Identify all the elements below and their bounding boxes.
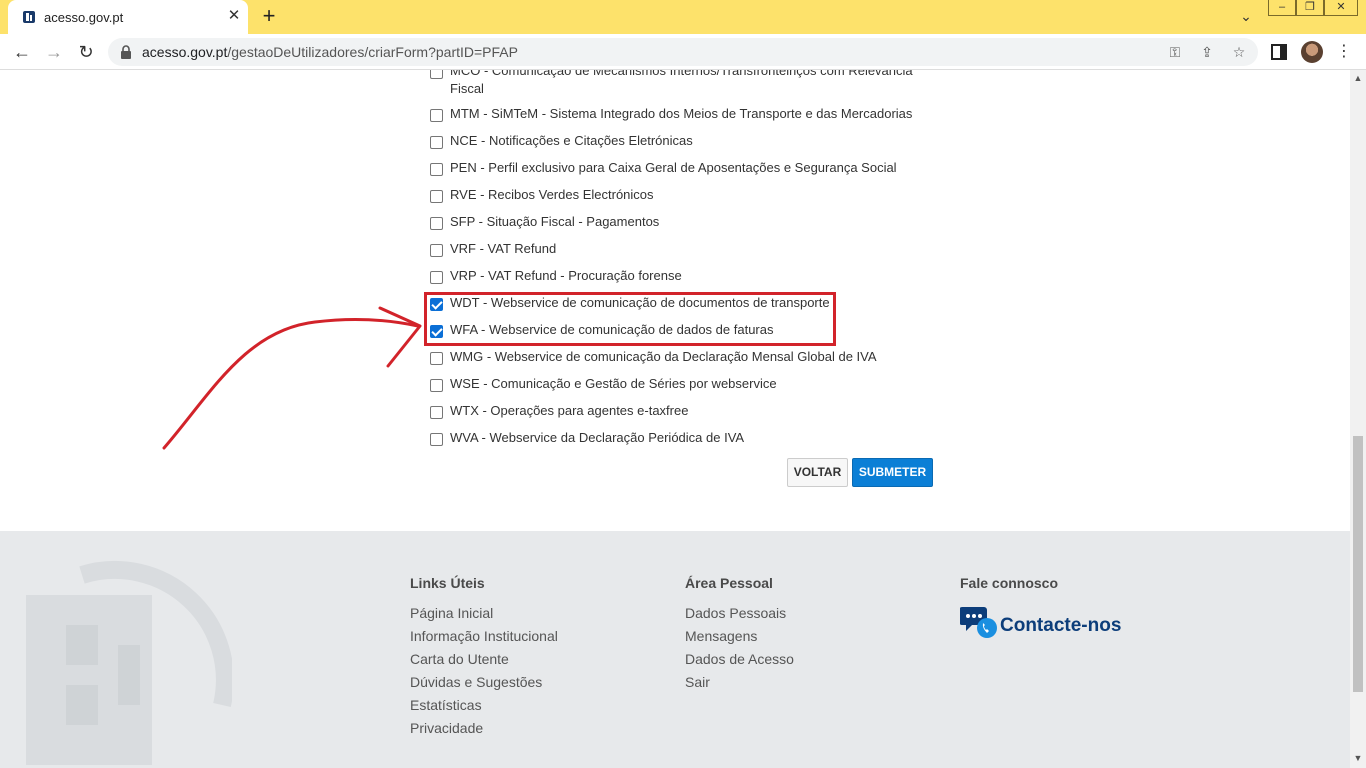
checkbox[interactable]: [430, 190, 443, 203]
voltar-button[interactable]: VOLTAR: [787, 458, 848, 487]
portal-favicon-icon: [23, 11, 35, 23]
footer-area-title: Área Pessoal: [685, 575, 773, 591]
submeter-button[interactable]: SUBMETER: [852, 458, 933, 487]
checkbox-label: NCE - Notificações e Citações Eletrónica…: [450, 133, 693, 148]
footer-links-column: Links Úteis Página Inicial Informação In…: [410, 575, 558, 742]
footer-links-title: Links Úteis: [410, 575, 485, 591]
key-icon[interactable]: ⚿: [1166, 43, 1184, 61]
list-item[interactable]: WTX - Operações para agentes e-taxfree: [430, 402, 688, 420]
avatar[interactable]: [1301, 41, 1323, 63]
window-close-button[interactable]: ✕: [1324, 0, 1358, 16]
footer-link[interactable]: Informação Institucional: [410, 627, 558, 650]
list-item[interactable]: MCO - Comunicação de Mecanismos Internos…: [430, 70, 913, 98]
checkbox[interactable]: [430, 136, 443, 149]
contact-link[interactable]: Contacte-nos: [960, 605, 1121, 639]
scrollbar-thumb[interactable]: [1353, 436, 1363, 692]
list-item[interactable]: WVA - Webservice da Declaração Periódica…: [430, 429, 744, 447]
scroll-down-icon[interactable]: ▼: [1353, 754, 1363, 763]
checkbox-label: SFP - Situação Fiscal - Pagamentos: [450, 214, 660, 229]
list-item[interactable]: WSE - Comunicação e Gestão de Séries por…: [430, 375, 777, 393]
plus-icon[interactable]: +: [258, 5, 280, 28]
footer-link[interactable]: Página Inicial: [410, 604, 558, 627]
browser-tab[interactable]: acesso.gov.pt ✕: [8, 0, 248, 34]
minimize-button[interactable]: –: [1268, 0, 1296, 16]
reload-icon[interactable]: ↻: [74, 40, 98, 64]
checkbox-label: WSE - Comunicação e Gestão de Séries por…: [450, 376, 777, 391]
close-icon[interactable]: ✕: [226, 8, 242, 24]
star-icon[interactable]: ☆: [1230, 43, 1248, 61]
footer-link[interactable]: Privacidade: [410, 719, 558, 742]
arrow-left-icon[interactable]: ←: [10, 40, 34, 64]
lock-icon[interactable]: [120, 45, 132, 59]
list-item[interactable]: MTM - SiMTeM - Sistema Integrado dos Mei…: [430, 105, 912, 123]
checkbox[interactable]: [430, 352, 443, 365]
checkbox[interactable]: [430, 406, 443, 419]
footer-fale-title: Fale connosco: [960, 575, 1059, 591]
side-panel-icon[interactable]: [1270, 43, 1288, 61]
share-icon[interactable]: ⇪: [1198, 43, 1216, 61]
checkbox-label: WVA - Webservice da Declaração Periódica…: [450, 430, 745, 445]
checkbox[interactable]: [430, 70, 443, 79]
list-item[interactable]: WMG - Webservice de comunicação da Decla…: [430, 348, 877, 366]
footer-link[interactable]: Dados Pessoais: [685, 604, 794, 627]
footer-link[interactable]: Dados de Acesso: [685, 650, 794, 673]
annotation-highlight-box: [424, 292, 836, 346]
checkbox-label: MCO - Comunicação de Mecanismos Internos…: [450, 70, 913, 96]
list-item[interactable]: VRF - VAT Refund: [430, 240, 556, 258]
page-footer: Links Úteis Página Inicial Informação In…: [0, 531, 1350, 768]
checkbox-label: VRP - VAT Refund - Procuração forense: [450, 268, 682, 283]
checkbox-label: PEN - Perfil exclusivo para Caixa Geral …: [450, 160, 897, 175]
footer-link[interactable]: Estatísticas: [410, 696, 558, 719]
page-scrollbar[interactable]: ▲ ▼: [1350, 70, 1366, 768]
footer-contact-column: Fale connosco Contacte-nos: [960, 575, 1121, 638]
checkbox[interactable]: [430, 109, 443, 122]
footer-link[interactable]: Mensagens: [685, 627, 794, 650]
scroll-up-icon[interactable]: ▲: [1353, 74, 1363, 83]
kebab-menu-icon[interactable]: ⋮: [1334, 42, 1354, 62]
checkbox[interactable]: [430, 244, 443, 257]
url-text: acesso.gov.pt/gestaoDeUtilizadores/criar…: [142, 44, 518, 60]
annotation-arrow-icon: [162, 306, 422, 450]
contact-label: Contacte-nos: [1000, 615, 1122, 636]
portal-emblem-icon: [26, 560, 232, 765]
checkbox[interactable]: [430, 433, 443, 446]
checkbox-label: VRF - VAT Refund: [450, 241, 557, 256]
checkbox[interactable]: [430, 217, 443, 230]
restore-button[interactable]: ❐: [1296, 0, 1324, 16]
chat-phone-icon: [960, 607, 997, 638]
list-item[interactable]: RVE - Recibos Verdes Electrónicos: [430, 186, 654, 204]
list-item[interactable]: SFP - Situação Fiscal - Pagamentos: [430, 213, 659, 231]
checkbox-label: MTM - SiMTeM - Sistema Integrado dos Mei…: [450, 106, 913, 121]
browser-toolbar: ← → ↻ acesso.gov.pt/gestaoDeUtilizadores…: [0, 34, 1366, 70]
list-item[interactable]: PEN - Perfil exclusivo para Caixa Geral …: [430, 159, 897, 177]
checkbox-label: WMG - Webservice de comunicação da Decla…: [450, 349, 877, 364]
tab-title: acesso.gov.pt: [44, 10, 124, 25]
footer-area-pessoal-column: Área Pessoal Dados Pessoais Mensagens Da…: [685, 575, 794, 696]
checkbox-label: RVE - Recibos Verdes Electrónicos: [450, 187, 654, 202]
footer-link[interactable]: Sair: [685, 673, 794, 696]
checkbox[interactable]: [430, 163, 443, 176]
checkbox[interactable]: [430, 379, 443, 392]
footer-link[interactable]: Carta do Utente: [410, 650, 558, 673]
checkbox[interactable]: [430, 271, 443, 284]
browser-tab-bar: acesso.gov.pt ✕ + ⌄ – ❐ ✕: [0, 0, 1366, 34]
list-item[interactable]: VRP - VAT Refund - Procuração forense: [430, 267, 682, 285]
list-item[interactable]: NCE - Notificações e Citações Eletrónica…: [430, 132, 693, 150]
chevron-down-icon[interactable]: ⌄: [1236, 8, 1256, 26]
arrow-right-icon[interactable]: →: [42, 40, 66, 64]
address-bar[interactable]: acesso.gov.pt/gestaoDeUtilizadores/criar…: [108, 38, 1258, 66]
checkbox-label: WTX - Operações para agentes e-taxfree: [450, 403, 689, 418]
page-viewport: MCO - Comunicação de Mecanismos Internos…: [0, 70, 1350, 768]
footer-link[interactable]: Dúvidas e Sugestões: [410, 673, 558, 696]
